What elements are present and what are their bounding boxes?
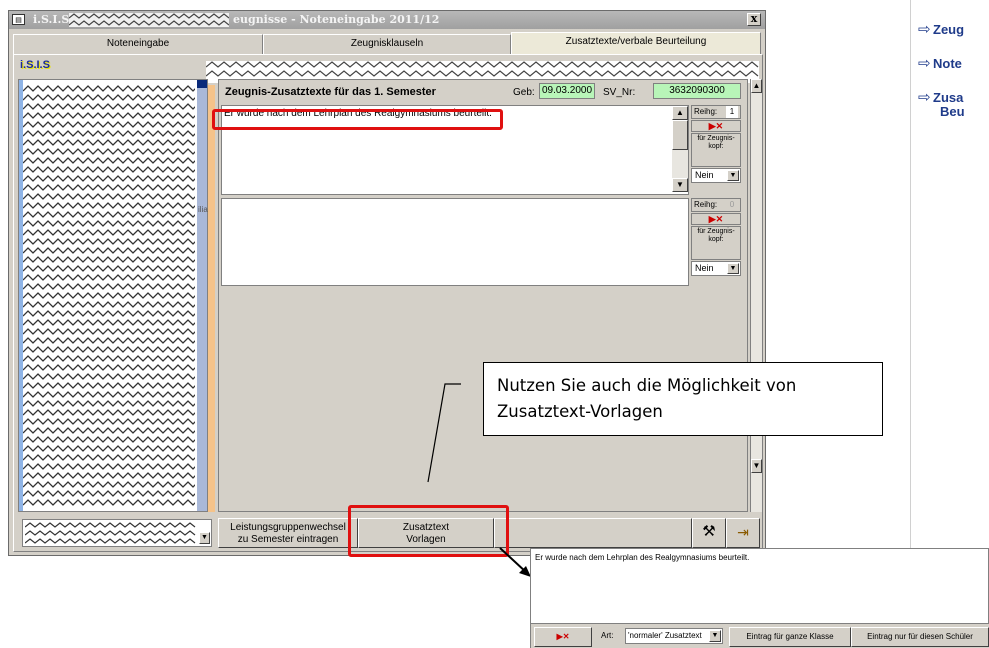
button-label-line1: Leistungsgruppenwechsel — [230, 522, 346, 533]
list-trailing-text: ilia — [198, 205, 208, 214]
entry-scrollbar[interactable]: ▲ ▼ — [672, 106, 688, 192]
reihg-label: Reihg: — [694, 107, 718, 116]
tab-zeugnisklauseln[interactable]: Zeugnisklauseln — [263, 34, 511, 54]
tab-noteneingabe[interactable]: Noteneingabe — [13, 34, 263, 54]
tab-zusatztexte[interactable]: Zusatztexte/verbale Beurteilung — [511, 32, 761, 55]
chevron-down-icon[interactable]: ▼ — [727, 170, 739, 181]
panel-title: Zeugnis-Zusatztexte für das 1. Semester — [225, 86, 436, 98]
reihg-value: 1 — [726, 106, 738, 118]
popup-template-text[interactable]: Er wurde nach dem Lehrplan des Realgymna… — [535, 553, 749, 562]
arrow-right-icon: ⇨ — [918, 21, 931, 38]
entry-controls-2: Reihg: 0 ▶✕ für Zeugnis-kopf: Nein ▼ — [691, 198, 743, 278]
screenshot-stage: ▤ i.S.I.S H eugnisse - Noteneingabe 2011… — [0, 0, 989, 648]
student-list[interactable] — [18, 79, 208, 512]
popup-toolbar: ▶✕ Art: 'normaler' Zusatztext ▼ ⇖ Eintra… — [531, 623, 989, 648]
title-bar[interactable]: ▤ i.S.I.S H eugnisse - Noteneingabe 2011… — [9, 11, 765, 29]
chevron-down-icon[interactable]: ▼ — [709, 630, 721, 642]
scroll-up-arrow-icon[interactable]: ▲ — [751, 79, 762, 93]
fuer-zeugniskopf-label: für Zeugnis-kopf: — [691, 133, 741, 167]
reihg-label: Reihg: — [694, 200, 718, 209]
scroll-down-arrow-icon[interactable]: ▼ — [672, 178, 688, 192]
zeugniskopf-value: Nein — [695, 170, 714, 180]
outline-item-3-continued: Beu — [940, 104, 965, 119]
reihenfolge-field[interactable]: Reihg: 0 — [691, 198, 741, 212]
exit-door-icon[interactable]: ⇥ — [726, 518, 760, 548]
isis-logo: i.S.I.S — [20, 59, 50, 71]
zusatztext-entry-2[interactable] — [221, 198, 689, 286]
button-label-line2: zu Semester eintragen — [237, 534, 339, 545]
highlight-vorlagen-button — [348, 505, 509, 557]
obfuscation-wave — [69, 13, 229, 27]
obfuscation-wave — [25, 522, 196, 544]
vorlagen-popup: Er wurde nach dem Lehrplan des Realgymna… — [530, 548, 989, 648]
zeugniskopf-select[interactable]: Nein ▼ — [691, 261, 741, 276]
callout-line1: Nutzen Sie auch die Möglichkeit von — [497, 376, 797, 395]
geb-label: Geb: — [513, 87, 535, 98]
app-icon: ▤ — [12, 14, 25, 25]
scroll-down-arrow-icon[interactable]: ▼ — [751, 459, 762, 473]
outline-item-2: ⇨ Note — [918, 54, 962, 72]
panel-header: Zeugnis-Zusatztexte für das 1. Semester … — [221, 82, 745, 102]
zeugniskopf-value: Nein — [695, 263, 714, 273]
sv-nr-label: SV_Nr: — [603, 87, 636, 98]
window-title: eugnisse - Noteneingabe 2011/12 — [233, 13, 440, 26]
arrow-right-icon: ⇨ — [918, 89, 931, 106]
scroll-up-arrow-icon[interactable]: ▲ — [672, 106, 688, 120]
tab-bar: Noteneingabe Zeugnisklauseln Zusatztexte… — [13, 32, 763, 55]
fuer-zeugniskopf-label: für Zeugnis-kopf: — [691, 226, 741, 260]
eintrag-diesen-schueler-button[interactable]: Eintrag nur für diesen Schüler — [851, 627, 989, 647]
list-scrollbar[interactable] — [197, 80, 207, 511]
obfuscation-wave — [23, 85, 195, 506]
callout-line2: Zusatztext-Vorlagen — [497, 402, 663, 421]
slide-outline: ⇨ Zeug ⇨ Note ⇨ Zusa Beu — [910, 0, 989, 548]
reihenfolge-field[interactable]: Reihg: 1 — [691, 105, 741, 119]
zeugniskopf-select[interactable]: Nein ▼ — [691, 168, 741, 183]
leistungsgruppenwechsel-button[interactable]: Leistungsgruppenwechsel zu Semester eint… — [218, 518, 358, 548]
zusatztext-panel: Zeugnis-Zusatztexte für das 1. Semester … — [218, 79, 748, 512]
eintrag-ganze-klasse-button[interactable]: Eintrag für ganze Klasse — [729, 627, 851, 647]
sv-nr-field: 3632090300 — [653, 83, 741, 99]
arrow-right-icon: ⇨ — [918, 55, 931, 72]
callout-box: Nutzen Sie auch die Möglichkeit von Zusa… — [483, 362, 883, 436]
geb-field: 09.03.2000 — [539, 83, 595, 99]
scroll-thumb[interactable] — [672, 120, 688, 150]
chevron-down-icon[interactable]: ▼ — [727, 263, 739, 274]
delete-template-icon[interactable]: ▶✕ — [534, 627, 592, 647]
art-label: Art: — [601, 631, 614, 640]
panel-scrollbar[interactable]: ▲ ▼ — [750, 79, 762, 512]
record-selector-bar — [208, 85, 215, 512]
toolbar-spacer — [494, 518, 692, 548]
app-window: ▤ i.S.I.S H eugnisse - Noteneingabe 2011… — [8, 10, 766, 556]
art-select[interactable]: 'normaler' Zusatztext ▼ ⇖ — [625, 628, 786, 646]
delete-entry-icon[interactable]: ▶✕ — [691, 120, 741, 132]
outline-label: Zeug — [933, 22, 965, 37]
outline-label: Note — [933, 56, 962, 71]
reihg-value: 0 — [729, 200, 735, 209]
delete-entry-icon[interactable]: ▶✕ — [691, 213, 741, 225]
close-button[interactable]: x — [747, 13, 761, 26]
art-value: 'normaler' Zusatztext — [628, 631, 702, 640]
list-scroll-thumb[interactable] — [197, 80, 207, 88]
outline-item-1: ⇨ Zeug — [918, 20, 964, 38]
outline-label: Zusa — [933, 90, 964, 105]
entry-controls-1: Reihg: 1 ▶✕ für Zeugnis-kopf: Nein ▼ — [691, 105, 743, 185]
chevron-down-icon[interactable]: ▼ — [199, 532, 210, 544]
highlight-entry-text — [212, 109, 503, 130]
tools-icon[interactable]: ⚒ — [692, 518, 726, 548]
obfuscated-select[interactable]: ▼ — [22, 519, 212, 547]
